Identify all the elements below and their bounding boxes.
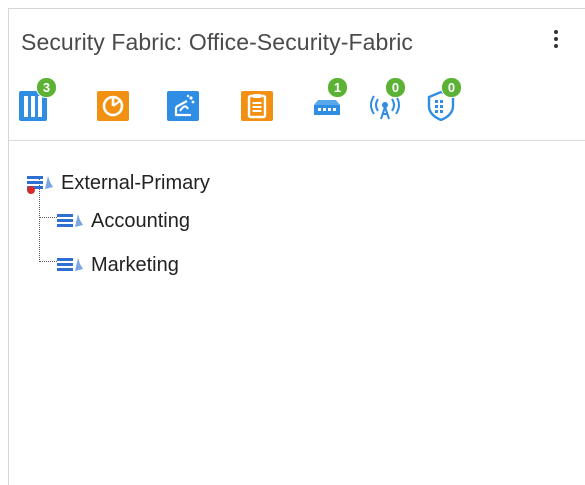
security-fabric-panel: Security Fabric: Office-Security-Fabric … — [8, 8, 585, 485]
fabric-toolbar: 3 1 0 0 — [19, 77, 479, 133]
fabric-topology-button[interactable]: 3 — [19, 77, 63, 131]
fabric-tree: External-Primary Accounting Marketing — [9, 141, 585, 485]
tree-connector-accounting — [39, 217, 57, 218]
kebab-menu-icon[interactable] — [547, 27, 565, 53]
endpoint-shield-button[interactable]: 0 — [425, 77, 469, 131]
clipboard-icon — [241, 91, 273, 121]
timer-button[interactable] — [97, 81, 141, 131]
firewall-icon — [57, 258, 83, 271]
tree-node-label: Marketing — [91, 254, 179, 276]
endpoint-count-badge: 0 — [441, 77, 462, 98]
tree-node-marketing[interactable]: Marketing — [57, 251, 257, 281]
fabric-rating-button[interactable] — [167, 81, 211, 131]
topology-count-badge: 3 — [36, 77, 57, 98]
panel-header: Security Fabric: Office-Security-Fabric … — [9, 9, 585, 141]
access-point-count-badge: 0 — [385, 77, 406, 98]
tree-node-external-primary[interactable]: External-Primary — [27, 169, 267, 199]
fabric-rating-icon — [167, 91, 199, 121]
tree-node-accounting[interactable]: Accounting — [57, 207, 257, 237]
switch-count-badge: 1 — [327, 77, 348, 98]
firewall-icon — [57, 214, 83, 227]
tree-node-label: Accounting — [91, 210, 190, 232]
switch-button[interactable]: 1 — [311, 77, 355, 131]
clipboard-button[interactable] — [241, 81, 285, 131]
tree-connector-marketing — [39, 261, 57, 262]
tree-node-label: External-Primary — [61, 172, 210, 194]
firewall-root-icon — [27, 176, 53, 194]
timer-icon — [97, 91, 129, 121]
access-point-button[interactable]: 0 — [369, 77, 413, 131]
panel-title: Security Fabric: Office-Security-Fabric — [21, 29, 414, 55]
